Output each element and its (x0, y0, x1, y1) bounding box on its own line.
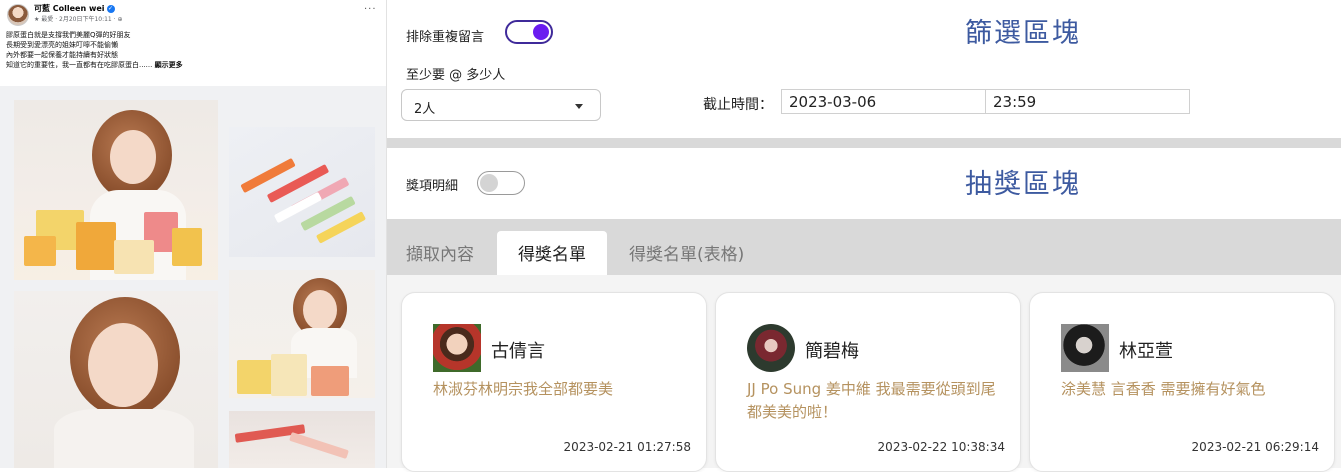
author-name[interactable]: 可藍 Colleen wei (34, 4, 105, 13)
deadline-date-input[interactable]: 2023-03-06 (781, 89, 986, 114)
winner-cards: 古倩言 林淑芬林明宗我全部都要美 2023-02-21 01:27:58 簡碧梅… (387, 275, 1341, 472)
winner-card: 簡碧梅 JJ Po Sung 姜中維 我最需要從頭到尾都美美的啦！ 2023-0… (715, 292, 1021, 472)
post-line-text: 知道它的重要性，我一直都有在吃膠原蛋白...... (6, 61, 153, 69)
post-author[interactable]: 可藍 Colleen wei ✓ (34, 3, 115, 14)
deadline-label: 截止時間： (703, 97, 773, 113)
filter-section: 排除重複留言 篩選區塊 至少要 @ 多少人 2人 截止時間： 2023-03-0… (387, 0, 1341, 138)
section-divider (387, 138, 1341, 148)
winner-avatar (747, 324, 795, 372)
prize-detail-toggle[interactable] (477, 171, 525, 195)
winner-comment: JJ Po Sung 姜中維 我最需要從頭到尾都美美的啦！ (747, 380, 996, 421)
post-photo[interactable] (14, 100, 218, 280)
tab-bar: 擷取內容 得獎名單 得獎名單(表格) (387, 219, 1341, 275)
winner-card: 古倩言 林淑芬林明宗我全部都要美 2023-02-21 01:27:58 (401, 292, 707, 472)
verified-icon: ✓ (106, 4, 115, 13)
facebook-post: 可藍 Colleen wei ✓ ★ 最愛 · 2月20日下午10:11 · ⊕ … (0, 0, 387, 468)
draw-section: 獎項明細 抽獎區塊 擷取內容 得獎名單 得獎名單(表格) 古倩言 林淑芬林明宗我… (387, 148, 1341, 472)
tab-fetch-content[interactable]: 擷取內容 (406, 231, 474, 275)
deadline-time-input[interactable]: 23:59 (985, 89, 1190, 114)
dedupe-label: 排除重複留言 (406, 30, 485, 45)
mention-count-value: 2人 (414, 102, 436, 117)
winner-comment: 林淑芬林明宗我全部都要美 (433, 380, 614, 398)
winner-time: 2023-02-21 01:27:58 (563, 440, 691, 454)
photo-grid (0, 86, 386, 468)
post-photo[interactable] (229, 411, 375, 468)
post-line: 膠原蛋白就是支撐我們美麗Q彈的好朋友 (6, 31, 131, 39)
post-meta: ★ 最愛 · 2月20日下午10:11 · ⊕ (34, 16, 123, 23)
toggle-knob (533, 24, 549, 40)
see-more-link[interactable]: 顯示更多 (155, 61, 183, 69)
chevron-down-icon (575, 104, 583, 109)
tab-winner-list[interactable]: 得獎名單 (497, 231, 607, 275)
post-line-last: 知道它的重要性，我一直都有在吃膠原蛋白...... 顯示更多 (6, 60, 378, 70)
mention-count-select[interactable]: 2人 (401, 89, 601, 121)
post-photo[interactable] (14, 291, 218, 468)
dedupe-toggle[interactable] (505, 20, 553, 44)
post-line: 長期受到愛漂亮的姐妹叮嚀不能偷懶 (6, 41, 118, 49)
draw-section-title: 抽獎區塊 (965, 169, 1081, 200)
filter-section-title: 篩選區塊 (965, 18, 1081, 49)
winner-time: 2023-02-22 10:38:34 (877, 440, 1005, 454)
author-avatar[interactable] (7, 4, 29, 26)
toggle-knob (480, 174, 498, 192)
winner-card: 林亞萱 涂美慧 言香香 需要擁有好氣色 2023-02-21 06:29:14 (1029, 292, 1335, 472)
post-photo[interactable] (229, 270, 375, 398)
winner-avatar (433, 324, 481, 372)
mention-label: 至少要 @ 多少人 (406, 68, 506, 83)
winner-name: 古倩言 (491, 341, 545, 362)
more-options-icon[interactable]: ··· (364, 4, 377, 15)
post-text: 膠原蛋白就是支撐我們美麗Q彈的好朋友 長期受到愛漂亮的姐妹叮嚀不能偷懶 內外都要… (6, 30, 378, 70)
winner-comment: 涂美慧 言香香 需要擁有好氣色 (1061, 380, 1266, 398)
winner-name: 林亞萱 (1119, 341, 1173, 362)
post-photo[interactable] (229, 127, 375, 257)
lottery-tool: 排除重複留言 篩選區塊 至少要 @ 多少人 2人 截止時間： 2023-03-0… (387, 0, 1341, 472)
post-line: 內外都要一起保養才能持續有好狀態 (6, 51, 118, 59)
prize-detail-label: 獎項明細 (406, 179, 459, 194)
winner-time: 2023-02-21 06:29:14 (1191, 440, 1319, 454)
winner-avatar (1061, 324, 1109, 372)
tab-winner-table[interactable]: 得獎名單(表格) (629, 231, 744, 275)
winner-name: 簡碧梅 (805, 341, 859, 362)
